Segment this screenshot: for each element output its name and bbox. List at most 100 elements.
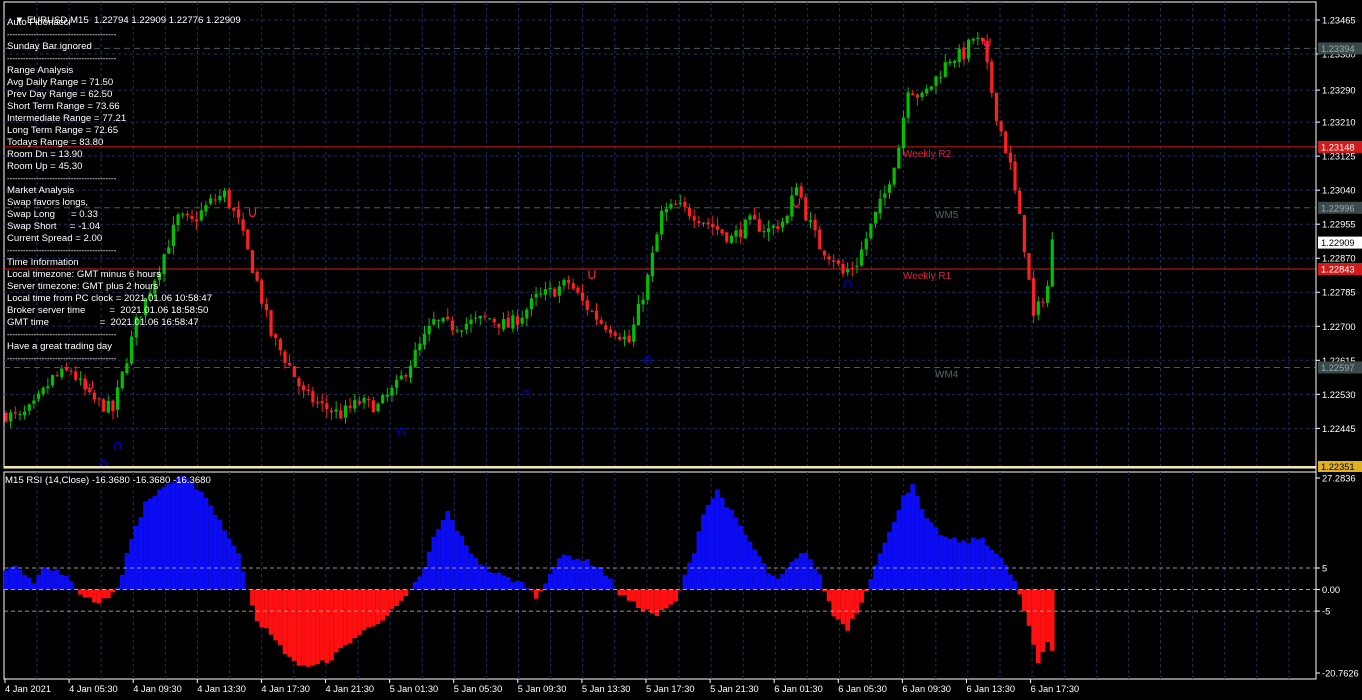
rsi-bar: [798, 553, 804, 590]
overlay-separator: ----------------------------------------…: [7, 174, 117, 183]
x-tick-label: 6 Jan 17:30: [1031, 684, 1080, 694]
rsi-bar: [636, 589, 641, 608]
rsi-bar: [347, 589, 353, 644]
rsi-bar: [947, 538, 953, 590]
x-tick-label: 4 Jan 17:30: [261, 684, 310, 694]
candle-body: [441, 317, 445, 322]
chart-window[interactable]: 1.23465 1.23380 1.23290 1.23210 1.23125 1.230…: [0, 0, 1362, 700]
rsi-bar: [296, 589, 302, 666]
rsi-bar: [729, 509, 734, 590]
rsi-bar: [826, 589, 832, 602]
rsi-bar: [180, 475, 186, 590]
rsi-bar: [217, 520, 223, 590]
level-label: Weekly R1: [903, 271, 952, 282]
candle-body: [404, 375, 408, 377]
rsi-bar: [473, 557, 478, 590]
candle-body: [581, 292, 585, 301]
candle-body: [934, 76, 938, 86]
rsi-bar: [547, 573, 553, 590]
candle-body: [488, 318, 492, 320]
rsi-bar: [594, 567, 599, 590]
candle-body: [292, 366, 296, 377]
bottom-price-tag-text: 1.22351: [1321, 462, 1355, 472]
rsi-bar: [552, 566, 558, 590]
candle-body: [69, 370, 73, 372]
rsi-bar: [450, 520, 455, 590]
candle-body: [32, 400, 36, 404]
rsi-bar: [1022, 589, 1027, 612]
rsi-bar: [668, 589, 674, 605]
candle-body: [325, 403, 329, 410]
rsi-bar: [445, 510, 451, 590]
rsi-bar: [147, 498, 153, 590]
overlay-line: Server timezone: GMT plus 2 hours: [7, 281, 159, 292]
x-tick-label: 5 Jan 09:30: [518, 684, 567, 694]
candle-body: [218, 195, 222, 201]
rsi-bar: [882, 542, 888, 590]
rsi-bar: [143, 501, 148, 590]
candle-body: [483, 316, 487, 318]
candle-body: [873, 211, 878, 224]
rsi-bar: [724, 507, 730, 590]
overlay-separator: ----------------------------------------…: [7, 246, 117, 255]
candle-body: [236, 209, 241, 218]
rsi-bar: [385, 589, 390, 616]
rsi-header: M15 RSI (14,Close) -16.3680 -16.3680 -16…: [5, 475, 211, 486]
candle-body: [297, 378, 301, 387]
candle-body: [464, 323, 468, 330]
candle-body: [74, 371, 78, 380]
candle-body: [78, 378, 82, 380]
candle-body: [655, 234, 659, 252]
rsi-bar: [603, 575, 609, 590]
candle-body: [850, 268, 854, 270]
rsi-bar: [78, 589, 83, 595]
level-label: WM4: [935, 370, 959, 381]
candle-body: [841, 263, 845, 274]
rsi-bar: [422, 567, 427, 590]
rsi-bar: [454, 530, 460, 590]
candle-body: [669, 203, 673, 209]
overlay-line: Swap Short = -1.04: [7, 221, 101, 232]
candle-body: [41, 387, 45, 395]
rsi-bar: [608, 578, 613, 590]
rsi-bar: [59, 574, 65, 590]
candle-body: [371, 400, 375, 413]
rsi-bar: [770, 575, 776, 590]
rsi-bar: [440, 519, 446, 590]
candle-body: [9, 412, 13, 422]
rsi-bar: [301, 589, 306, 666]
candle-body: [213, 199, 217, 201]
rsi-bar: [747, 541, 753, 590]
candle-body: [827, 256, 831, 260]
candle-body: [776, 226, 780, 229]
candle-body: [743, 219, 747, 239]
rsi-bar: [208, 505, 213, 590]
candle-body: [618, 336, 622, 340]
rsi-bar: [240, 571, 246, 590]
candle-body: [855, 265, 859, 267]
rsi-bar: [891, 522, 897, 590]
candle-body: [767, 228, 771, 233]
candle-body: [976, 37, 980, 39]
candle-body: [678, 203, 682, 205]
rsi-bar: [915, 495, 920, 590]
candle-body: [264, 304, 268, 311]
candle-body: [632, 324, 636, 342]
x-tick-label: 5 Jan 13:30: [582, 684, 631, 694]
rsi-bar: [505, 577, 511, 590]
rsi-bar: [664, 589, 669, 609]
candle-body: [957, 48, 961, 62]
candle-body: [711, 223, 715, 228]
rsi-bar: [1049, 589, 1055, 651]
rsi-bar: [1036, 589, 1041, 664]
candle-body: [450, 320, 454, 331]
rsi-bar: [268, 589, 274, 635]
candle-body: [23, 411, 27, 416]
rsi-bar: [22, 574, 27, 590]
candle-body: [1041, 301, 1045, 303]
overlay-separator: ----------------------------------------…: [7, 354, 117, 363]
rsi-y-tick-label: 27.2836: [1322, 474, 1356, 484]
fractal-down-icon: ∪: [791, 194, 802, 211]
overlay-line: Long Term Range = 72.65: [7, 125, 119, 136]
candle-body: [818, 229, 822, 250]
